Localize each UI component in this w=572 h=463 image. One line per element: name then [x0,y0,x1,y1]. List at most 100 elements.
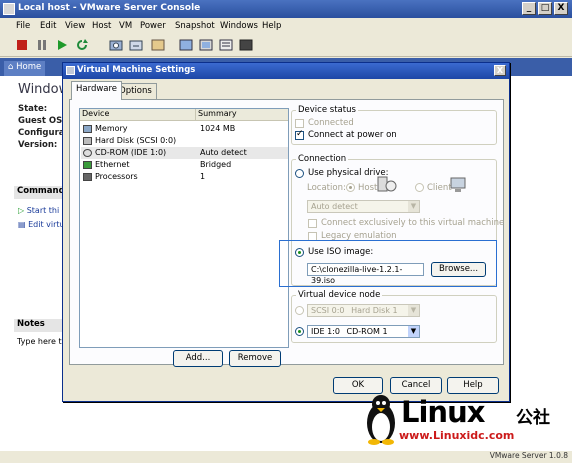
connected-label: Connected [308,118,354,128]
physical-drive-value: Auto detect [311,202,358,211]
menu-host[interactable]: Host [92,21,111,31]
watermark-url: www.Linuxidc.com [399,429,515,442]
revert-icon[interactable] [128,38,144,53]
snapshot-manager-icon[interactable] [150,38,166,53]
watermark-brand: Linux [401,395,485,429]
menu-vm[interactable]: VM [119,21,132,31]
connect-exclusively-label: Connect exclusively to this virtual mach… [321,218,505,228]
hard-disk-icon [83,137,92,145]
cdrom-icon [83,149,92,157]
device-list[interactable]: Device Summary Memory 1024 MB Hard Disk … [79,108,289,348]
add-device-button[interactable]: Add... [173,350,223,367]
edit-vm-link[interactable]: ▤ Edit virtu [18,220,65,229]
menu-file[interactable]: File [16,21,30,31]
full-screen-icon[interactable] [178,38,194,53]
console-title: Local host - VMware Server Console [18,3,201,13]
console-titlebar: Local host - VMware Server Console _ □ X [0,0,572,18]
scsi-device-value: Hard Disk 1 [351,306,398,315]
ide-node-select[interactable]: IDE 1:0 CD-ROM 1 ▼ [307,325,420,338]
console-view-icon[interactable] [238,38,254,53]
close-button[interactable]: X [554,2,568,15]
device-row-memory[interactable]: Memory 1024 MB [81,123,288,135]
tab-hardware[interactable]: Hardware [71,81,123,100]
chevron-down-icon: ▼ [408,305,419,316]
snapshot-icon[interactable] [108,38,124,53]
app-icon [3,3,15,15]
device-name: CD-ROM (IDE 1:0) [95,148,167,157]
client-radio[interactable] [415,183,424,192]
summary-view-icon[interactable] [218,38,234,53]
connected-checkbox[interactable] [295,119,304,128]
chevron-down-icon: ▼ [408,201,419,212]
minimize-button[interactable]: _ [522,2,536,15]
quick-switch-icon[interactable] [198,38,214,53]
watermark-brand-cn: 公社 [516,408,550,428]
notes-input[interactable]: Type here to [17,337,67,346]
help-button[interactable]: Help [447,377,499,394]
tab-home[interactable]: ⌂ Home [4,61,46,76]
device-row-cdrom[interactable]: CD-ROM (IDE 1:0) Auto detect [81,147,288,159]
processor-icon [83,173,92,181]
power-off-icon[interactable] [14,38,30,53]
power-on-icon[interactable] [54,38,70,53]
reset-icon[interactable] [74,38,90,53]
tab-home-label: Home [16,62,42,72]
ide-node-value: IDE 1:0 [311,327,340,336]
menu-windows[interactable]: Windows [220,21,258,31]
device-summary: 1 [200,172,206,181]
linux-watermark: Linux 公社 www.Linuxidc.com [363,393,572,451]
location-label: Location: [307,183,346,193]
scsi-node-radio[interactable] [295,306,304,315]
start-vm-label: Start thi [26,206,60,215]
menu-view[interactable]: View [65,21,85,31]
host-label: Host [358,183,378,193]
menu-bar: File Edit View Host VM Power Snapshot Wi… [0,19,572,35]
remove-device-button[interactable]: Remove [229,350,281,367]
use-physical-drive-radio[interactable] [295,169,304,178]
commands-header: Commands [14,186,70,199]
device-status-legend: Device status [298,105,356,115]
cancel-button[interactable]: Cancel [390,377,442,394]
ide-node-radio[interactable] [295,327,304,336]
home-icon: ⌂ [8,62,17,72]
ethernet-icon [83,161,92,169]
maximize-button[interactable]: □ [538,2,552,15]
host-radio[interactable] [346,183,355,192]
summary-column-header[interactable]: Summary [195,109,288,121]
edit-vm-label: Edit virtu [28,220,65,229]
connect-exclusively-checkbox[interactable] [308,219,317,228]
connection-legend: Connection [298,154,347,164]
start-vm-link[interactable]: ▷ Start thi [18,206,59,215]
host-drive-icon [377,176,397,192]
client-computer-icon [450,177,466,192]
device-name: Hard Disk (SCSI 0:0) [95,136,177,145]
device-row-processors[interactable]: Processors 1 [81,171,288,183]
ide-device-value: CD-ROM 1 [346,327,388,336]
dialog-close-button[interactable]: X [494,65,506,76]
check-mark-icon: ✓ [296,129,304,139]
menu-edit[interactable]: Edit [40,21,56,31]
menu-power[interactable]: Power [140,21,166,31]
device-row-hard-disk[interactable]: Hard Disk (SCSI 0:0) [81,135,288,147]
scsi-node-select[interactable]: SCSI 0:0 Hard Disk 1 ▼ [307,304,420,317]
connect-at-power-on-label: Connect at power on [308,130,397,140]
scsi-node-value: SCSI 0:0 [311,306,345,315]
tux-penguin-logo [367,395,395,445]
guest-os-label: Guest OS: [18,116,66,126]
device-column-header[interactable]: Device [80,109,195,121]
toolbar [0,35,572,57]
connect-at-power-on-checkbox[interactable]: ✓ [295,129,304,140]
chevron-down-icon: ▼ [408,326,419,337]
physical-drive-select[interactable]: Auto detect ▼ [307,200,420,213]
menu-snapshot[interactable]: Snapshot [175,21,215,31]
ok-button[interactable]: OK [333,377,383,394]
suspend-icon[interactable] [34,38,50,53]
device-name: Memory [95,124,128,133]
notes-header: Notes [14,319,64,332]
virtual-device-node-legend: Virtual device node [298,290,381,300]
device-row-ethernet[interactable]: Ethernet Bridged [81,159,288,171]
play-icon: ▷ [18,206,27,215]
radio-dot-icon [349,186,352,189]
menu-help[interactable]: Help [262,21,281,31]
state-label: State: [18,104,48,114]
